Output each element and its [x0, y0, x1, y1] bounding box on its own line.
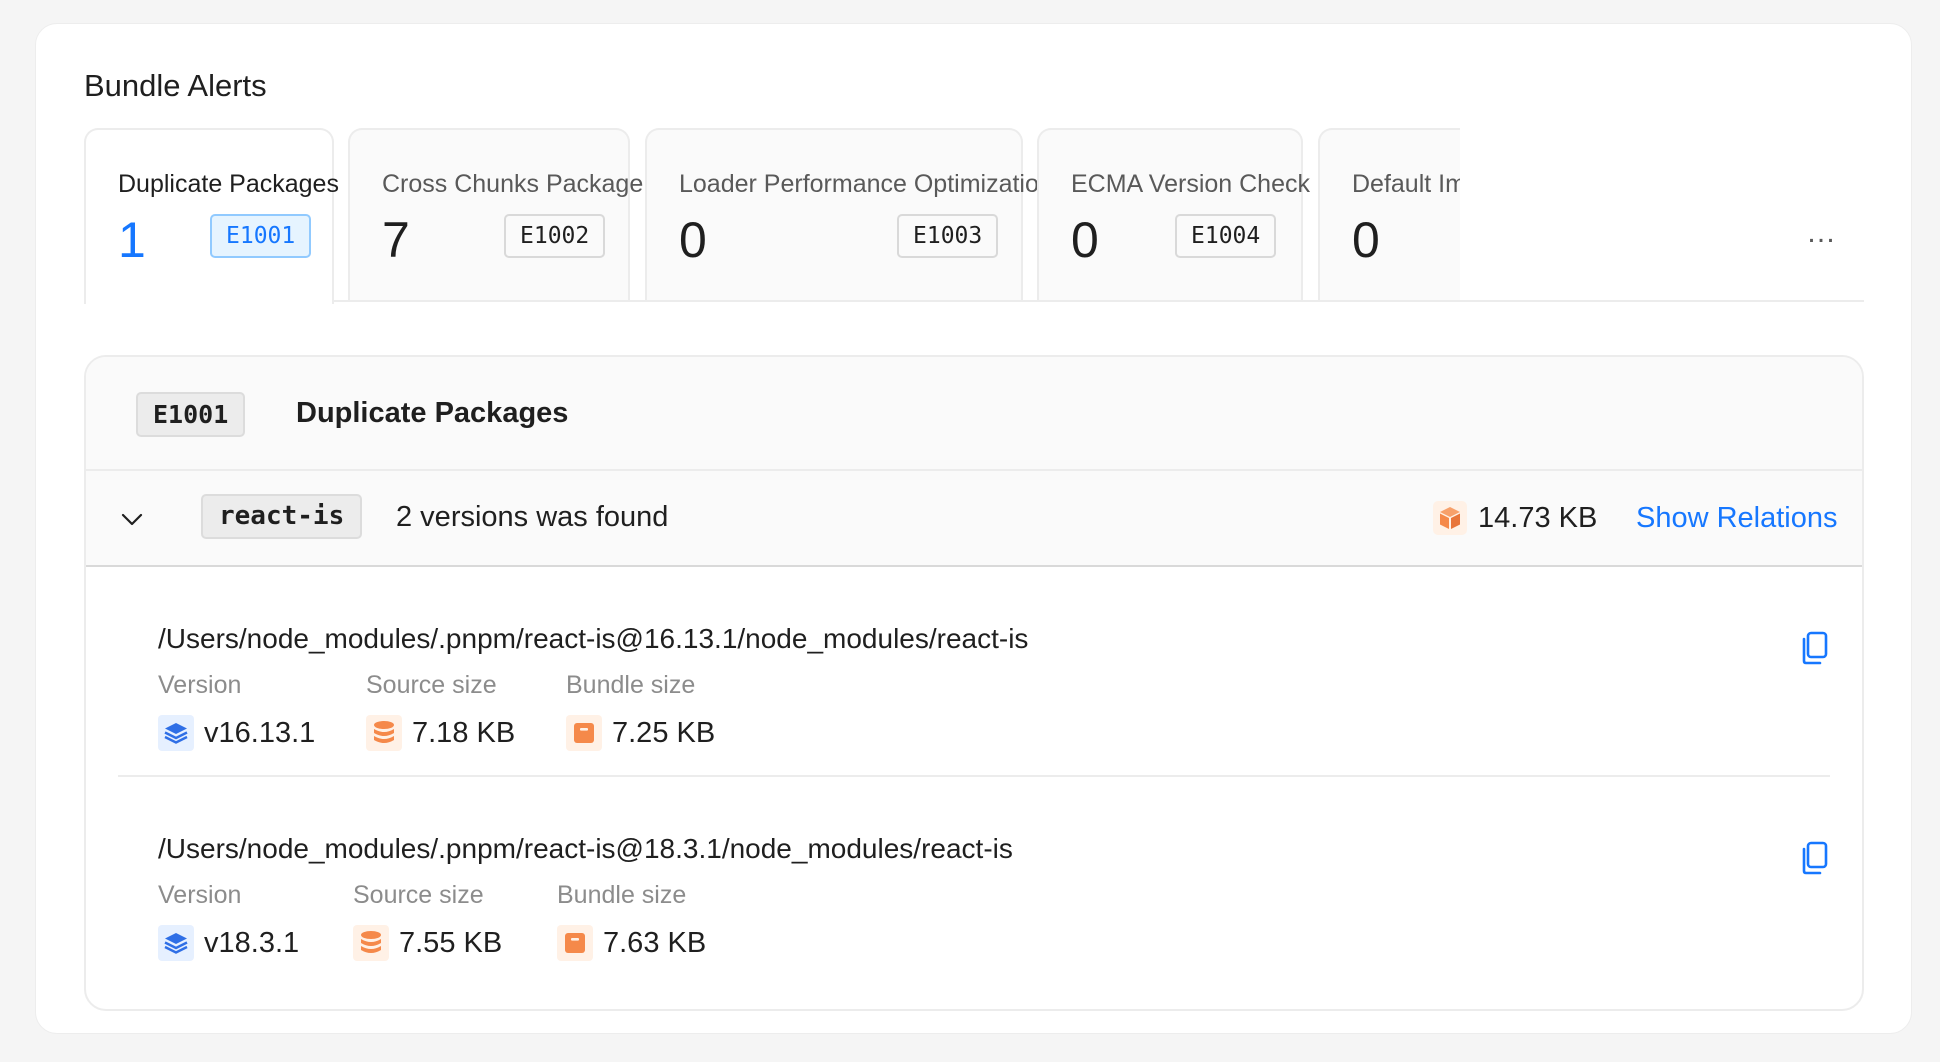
- version-meta: Version v16.13.1: [158, 671, 315, 751]
- panel-code-badge: E1001: [136, 392, 246, 437]
- tab-label: Loader Performance Optimization: [679, 170, 1053, 198]
- tab-count: 0: [1352, 212, 1380, 268]
- tab-loader-performance-optimization[interactable]: Loader Performance Optimization 0 E1003: [645, 128, 1053, 302]
- tab-code-badge: E1002: [504, 214, 606, 258]
- tab-ecma-version-check[interactable]: ECMA Version Check 0 E1004: [1037, 128, 1310, 302]
- alert-detail-panel: E1001 Duplicate Packages react-is 2 vers…: [84, 355, 1864, 1011]
- tab-duplicate-packages[interactable]: Duplicate Packages 1 E1001: [84, 128, 339, 304]
- archive-icon: [566, 715, 602, 751]
- source-size-value: 7.18 KB: [412, 716, 516, 749]
- tab-label: Default Im: [1352, 170, 1460, 198]
- archive-icon: [557, 925, 593, 961]
- package-row[interactable]: react-is 2 versions was found 14.73 KB S…: [86, 471, 1862, 567]
- chevron-down-icon[interactable]: [120, 507, 144, 531]
- bundle-size-label: Bundle size: [566, 671, 696, 699]
- panel-title: Duplicate Packages: [296, 397, 569, 429]
- layers-icon: [158, 715, 194, 751]
- bundle-size-meta: Bundle size 7.63 KB: [557, 881, 706, 961]
- bundle-alerts-card: Bundle Alerts Duplicate Packages 1 E1001…: [35, 23, 1912, 1034]
- tab-count: 0: [1071, 212, 1099, 268]
- tab-cross-chunks-package[interactable]: Cross Chunks Package 7 E1002: [348, 128, 643, 302]
- show-relations-link[interactable]: Show Relations: [1636, 502, 1838, 535]
- source-size-meta: Source size 7.55 KB: [353, 881, 502, 961]
- bundle-size-value-group: 7.63 KB: [557, 925, 706, 961]
- tab-label: Duplicate Packages: [118, 170, 339, 198]
- versions-found-text: 2 versions was found: [396, 501, 669, 533]
- panel-header: E1001 Duplicate Packages: [86, 357, 1862, 471]
- alert-tabs: Duplicate Packages 1 E1001 Cross Chunks …: [84, 128, 1864, 324]
- package-name-badge: react-is: [201, 494, 363, 539]
- version-value: v16.13.1: [204, 716, 316, 749]
- tab-code-badge: E1001: [210, 214, 312, 258]
- tab-count: 7: [382, 212, 410, 268]
- card-title: Bundle Alerts: [84, 68, 267, 103]
- database-icon: [353, 925, 389, 961]
- bundle-size-value: 7.25 KB: [612, 716, 716, 749]
- source-size-value: 7.55 KB: [399, 926, 503, 959]
- more-tabs-button[interactable]: …: [1806, 216, 1837, 250]
- bundle-size-meta: Bundle size 7.25 KB: [566, 671, 715, 751]
- bundle-size-value: 7.63 KB: [603, 926, 707, 959]
- source-size-meta: Source size 7.18 KB: [366, 671, 515, 751]
- tab-label: ECMA Version Check: [1071, 170, 1310, 198]
- source-size-label: Source size: [353, 881, 484, 909]
- bundle-size-value-group: 7.25 KB: [566, 715, 715, 751]
- layers-icon: [158, 925, 194, 961]
- version-label: Version: [158, 881, 242, 909]
- tab-count: 0: [679, 212, 707, 268]
- package-entry: /Users/node_modules/.pnpm/react-is@16.13…: [118, 567, 1830, 777]
- source-size-label: Source size: [366, 671, 497, 699]
- bundle-size-label: Bundle size: [557, 881, 687, 909]
- tab-code-badge: E1003: [897, 214, 999, 258]
- version-value: v18.3.1: [204, 926, 300, 959]
- tabs-baseline: [84, 300, 1864, 302]
- tab-default-import[interactable]: Default Im 0: [1318, 128, 1460, 302]
- database-icon: [366, 715, 402, 751]
- package-entry: /Users/node_modules/.pnpm/react-is@18.3.…: [118, 777, 1830, 987]
- source-size-value-group: 7.18 KB: [366, 715, 515, 751]
- package-box-icon: [1433, 501, 1467, 535]
- version-value-group: v16.13.1: [158, 715, 315, 751]
- tab-label: Cross Chunks Package: [382, 170, 644, 198]
- copy-icon[interactable]: [1800, 631, 1830, 665]
- version-label: Version: [158, 671, 242, 699]
- version-meta: Version v18.3.1: [158, 881, 299, 961]
- package-total-size: 14.73 KB: [1478, 502, 1598, 534]
- version-value-group: v18.3.1: [158, 925, 299, 961]
- tab-code-badge: E1004: [1175, 214, 1277, 258]
- source-size-value-group: 7.55 KB: [353, 925, 502, 961]
- copy-icon[interactable]: [1800, 841, 1830, 875]
- tab-count: 1: [118, 212, 146, 268]
- package-path: /Users/node_modules/.pnpm/react-is@18.3.…: [158, 833, 1013, 864]
- package-path: /Users/node_modules/.pnpm/react-is@16.13…: [158, 623, 1029, 654]
